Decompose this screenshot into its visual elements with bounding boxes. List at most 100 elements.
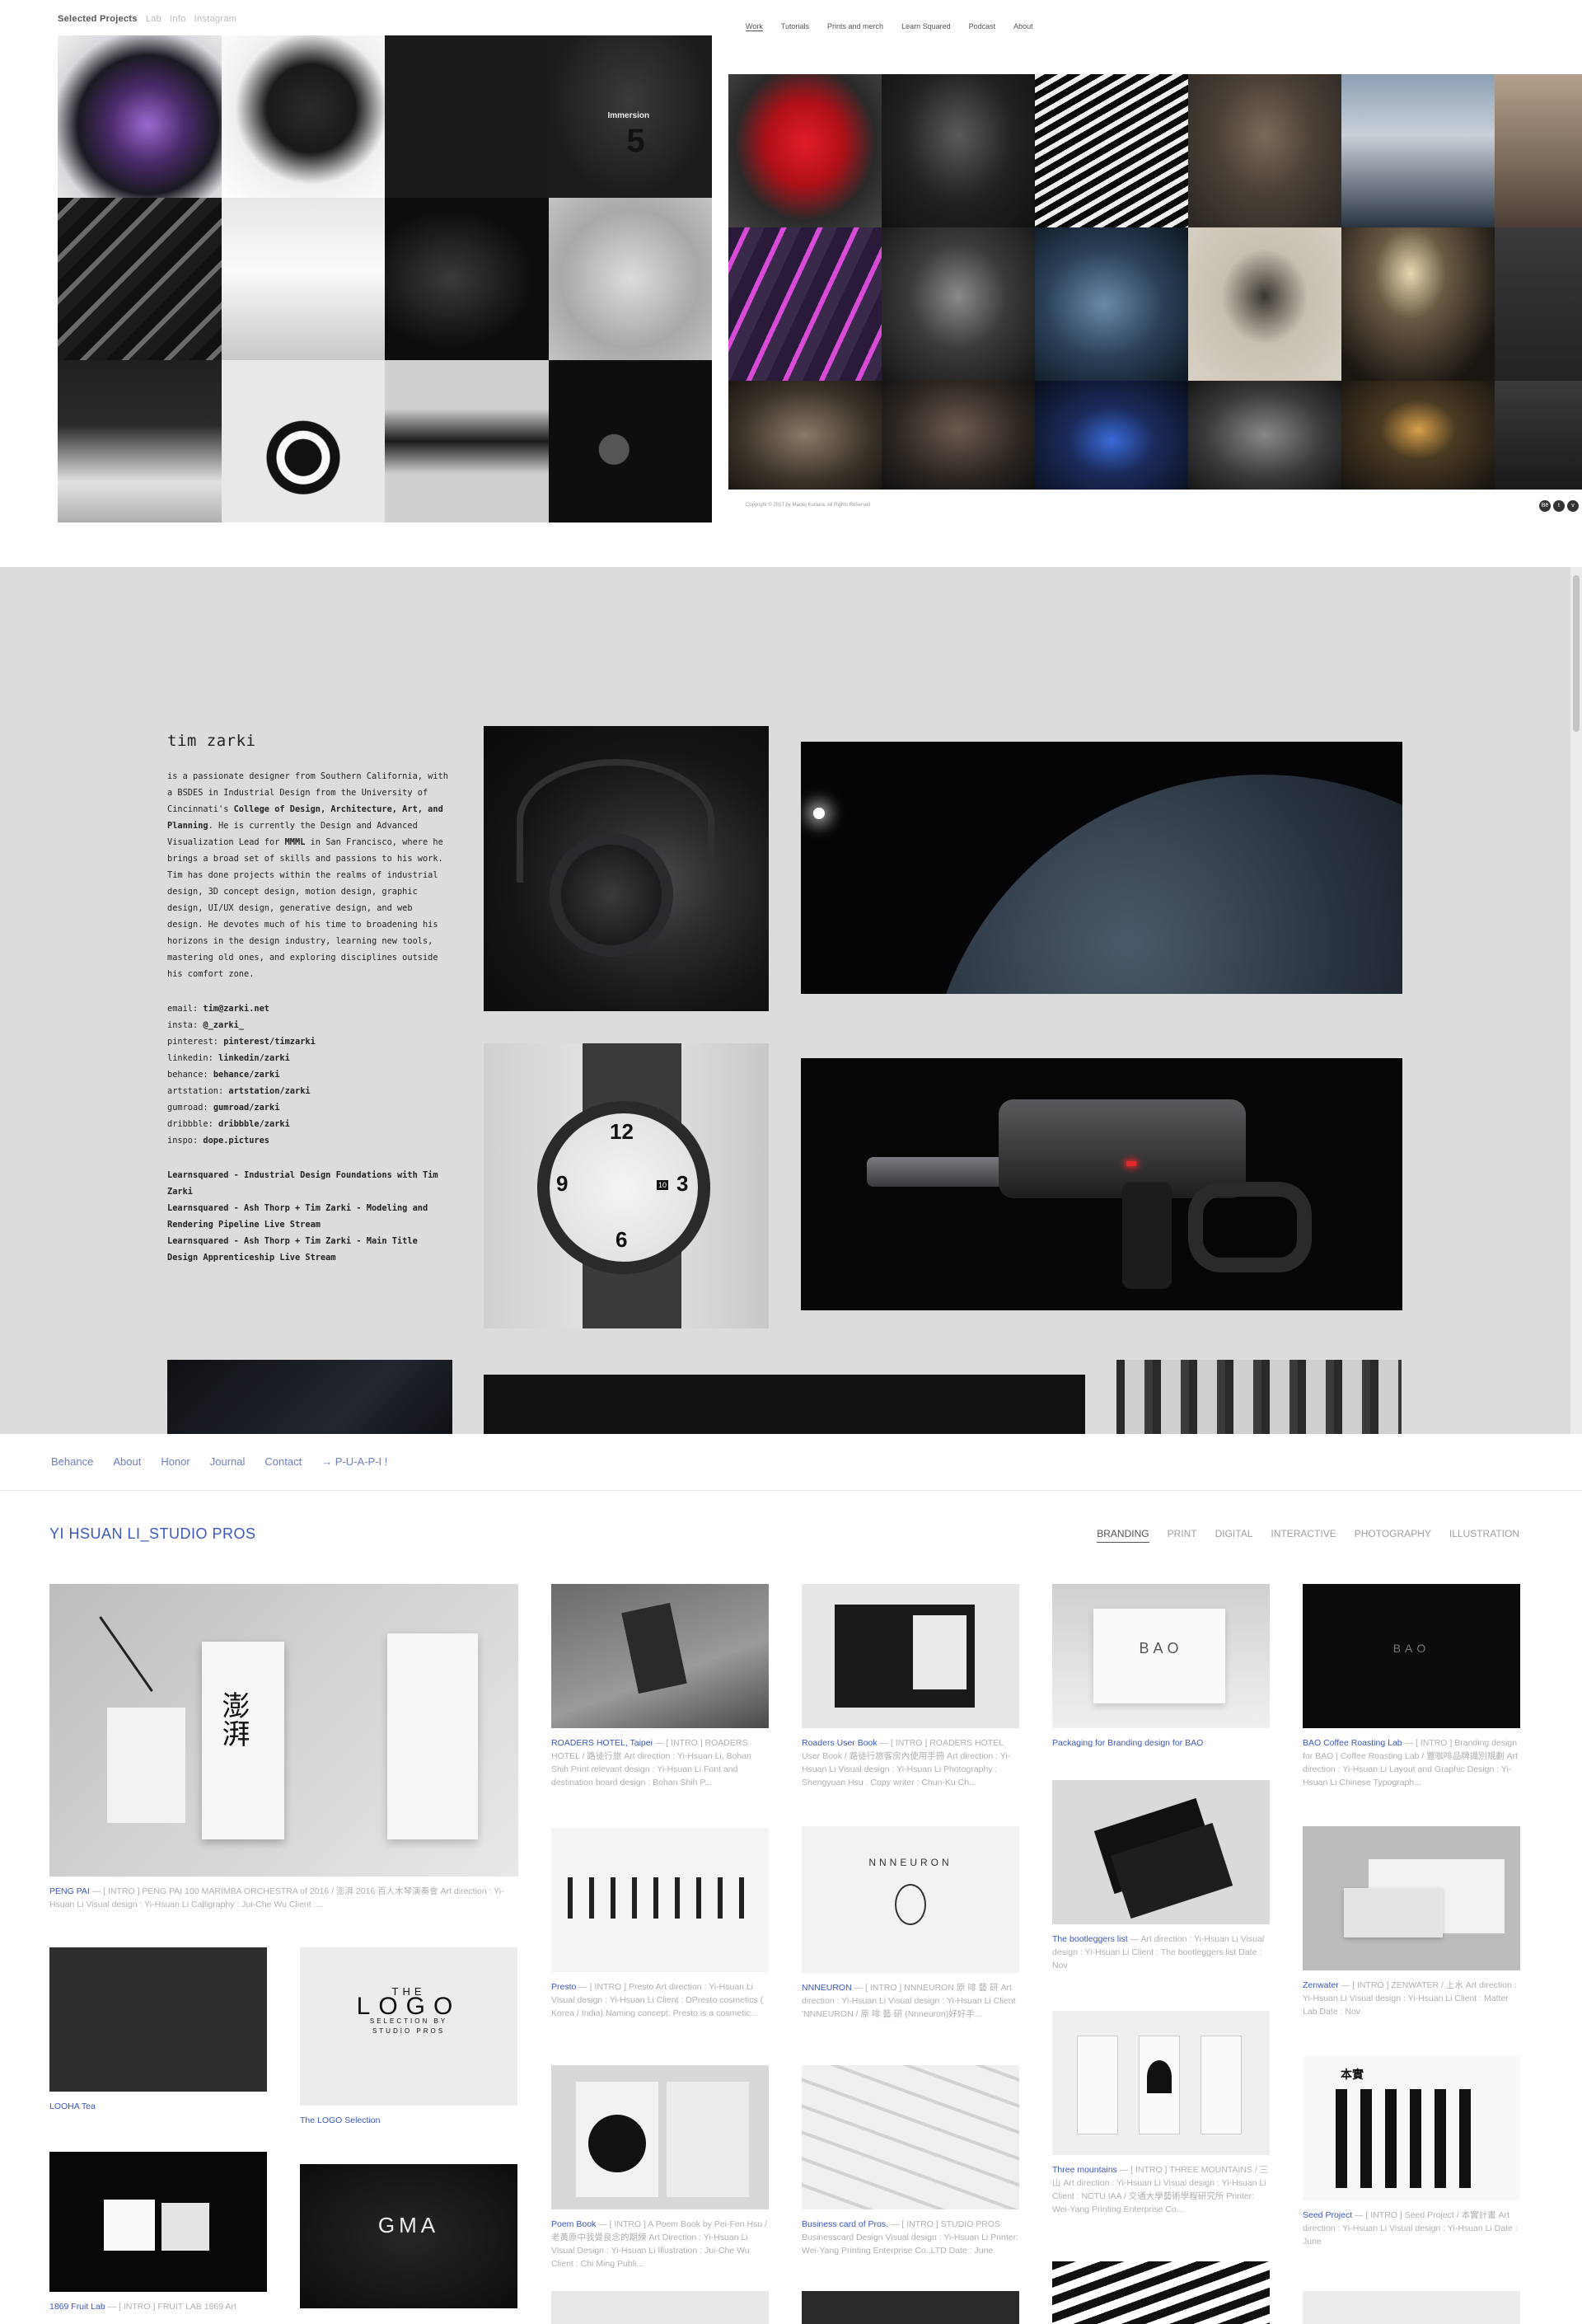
gun-image[interactable] [801,1058,1402,1310]
project-card[interactable] [802,2291,1019,2324]
behance-icon[interactable]: Bē [1539,500,1551,512]
artwork-tile[interactable] [728,381,882,490]
nav-instagram[interactable]: Instagram [194,14,237,24]
artwork-tile[interactable] [1341,74,1495,227]
artwork-tile[interactable] [882,74,1035,227]
artwork-tile[interactable] [1341,381,1495,490]
nav-learn-squared[interactable]: Learn Squared [901,22,951,31]
artwork-tile[interactable] [1188,74,1341,227]
category-print[interactable]: PRINT [1168,1528,1197,1543]
nav-podcast[interactable]: Podcast [969,22,996,31]
contact-item[interactable]: linkedin: linkedin/zarki [167,1050,452,1066]
project-tile[interactable] [58,35,222,198]
artwork-tile[interactable] [1035,381,1188,490]
contact-item[interactable]: artstation: artstation/zarki [167,1083,452,1099]
scrollbar-thumb[interactable] [1573,575,1580,732]
artwork-tile[interactable] [1341,227,1495,381]
category-branding[interactable]: BRANDING [1097,1528,1149,1543]
project-image-bottom[interactable] [1116,1360,1402,1434]
watch-image[interactable]: 12 9 3 6 10 [484,1043,769,1328]
project-card[interactable]: Three mountains — [ INTRO ] THREE MOUNTA… [1052,2011,1270,2216]
nav-contact[interactable]: Contact [264,1455,302,1468]
project-card[interactable]: Presto — [ INTRO ] Presto Art direction … [551,1828,769,2020]
project-image-bottom[interactable] [484,1375,1085,1434]
project-tile[interactable] [58,360,222,522]
artwork-tile[interactable] [728,74,882,227]
headphones-image[interactable] [484,726,769,1011]
nav-about[interactable]: About [113,1455,141,1468]
project-card[interactable]: LOOHA Tea [49,1947,267,2113]
project-tile[interactable] [385,360,549,522]
artwork-tile[interactable] [1495,227,1582,381]
vimeo-icon[interactable]: v [1567,500,1579,512]
contact-item[interactable]: insta: @_zarki_ [167,1017,452,1033]
project-tile[interactable] [221,35,385,198]
project-tile[interactable] [221,198,385,360]
nav-selected-projects[interactable]: Selected Projects [58,14,138,24]
nav-info[interactable]: Info [170,14,186,24]
contact-item[interactable]: dribbble: dribbble/zarki [167,1116,452,1132]
nav-puapi[interactable]: → P-U-A-P-I ! [321,1455,387,1468]
artwork-tile[interactable] [882,381,1035,490]
nav-journal[interactable]: Journal [210,1455,246,1468]
studio-brand[interactable]: YI HSUAN LI_STUDIO PROS [49,1525,256,1543]
artwork-tile[interactable] [882,227,1035,381]
nav-tutorials[interactable]: Tutorials [781,22,809,31]
project-card[interactable]: Business card of Pros. — [ INTRO ] STUDI… [802,2065,1019,2257]
project-card[interactable] [551,2291,769,2324]
project-tile[interactable] [548,360,712,522]
project-tile[interactable] [58,198,222,360]
category-interactive[interactable]: INTERACTIVE [1271,1528,1336,1543]
artwork-tile[interactable] [1188,381,1341,490]
project-card[interactable]: The bootleggers list — Art direction : Y… [1052,1780,1270,1972]
project-card[interactable]: Poem Book — [ INTRO ] A Poem Book by Pei… [551,2065,769,2270]
divider [0,1490,1582,1491]
project-card[interactable]: 1869 Fruit Lab — [ INTRO ] FRUIT LAB 186… [49,2152,267,2313]
project-card[interactable]: Roaders User Book — [ INTRO ] ROADERS HO… [802,1584,1019,1789]
contact-item[interactable]: pinterest: pinterest/timzarki [167,1033,452,1050]
project-card[interactable]: THE LOGO SELECTION BY STUDIO PROS The LO… [300,1947,517,2127]
nav-behance[interactable]: Behance [51,1455,93,1468]
project-card[interactable]: 澎湃 PENG PAI — [ INTRO ] PENG PAI 100 MAR… [49,1584,518,1911]
project-card[interactable] [1303,2291,1520,2324]
project-image-bottom[interactable] [167,1360,452,1434]
nav-work[interactable]: Work [746,22,763,31]
project-card[interactable]: Zenwater — [ INTRO ] ZENWATER / 上水 Art d… [1303,1826,1520,2018]
nav-prints[interactable]: Prints and merch [827,22,883,31]
project-tile[interactable] [385,35,549,198]
project-card[interactable]: 本實 Seed Project — [ INTRO ] Seed Project… [1303,2056,1520,2248]
nav-about[interactable]: About [1013,22,1033,31]
twitter-icon[interactable]: t [1553,500,1565,512]
artwork-tile[interactable] [1495,74,1582,227]
project-tile[interactable]: Immersion 5 [548,35,712,198]
category-digital[interactable]: DIGITAL [1215,1528,1253,1543]
contact-item[interactable]: email: tim@zarki.net [167,1000,452,1017]
artwork-tile[interactable] [1035,74,1188,227]
planet-image[interactable] [801,742,1402,994]
contact-item[interactable]: inspo: dope.pictures [167,1132,452,1149]
project-tile[interactable] [548,198,712,360]
class-link[interactable]: Learnsquared - Industrial Design Foundat… [167,1167,452,1200]
nav-lab[interactable]: Lab [146,14,161,24]
category-photography[interactable]: PHOTOGRAPHY [1355,1528,1431,1543]
scrollbar[interactable] [1570,567,1582,1434]
nav-honor[interactable]: Honor [161,1455,190,1468]
contact-item[interactable]: behance: behance/zarki [167,1066,452,1083]
artwork-tile[interactable] [1495,381,1582,490]
artwork-tile[interactable] [1188,227,1341,381]
artwork-tile[interactable] [1035,227,1188,381]
project-card[interactable]: BAO BAO Coffee Roasting Lab — [ INTRO ] … [1303,1584,1520,1789]
project-caption: ROADERS HOTEL, Taipei — [ INTRO ] ROADER… [551,1738,751,1788]
project-card[interactable]: BAO Packaging for Branding design for BA… [1052,1584,1270,1750]
contact-item[interactable]: gumroad: gumroad/zarki [167,1099,452,1116]
class-link[interactable]: Learnsquared - Ash Thorp + Tim Zarki - M… [167,1200,452,1233]
project-card[interactable]: ROADERS HOTEL, Taipei — [ INTRO ] ROADER… [551,1584,769,1789]
project-tile[interactable] [221,360,385,522]
artwork-tile[interactable] [728,227,882,381]
project-card[interactable]: GMA [300,2164,517,2308]
project-card[interactable] [1052,2261,1270,2324]
project-card[interactable]: NNNEURON NNNEURON — [ INTRO ] NNNEURON 原… [802,1826,1019,2021]
project-tile[interactable] [385,198,549,360]
category-illustration[interactable]: ILLUSTRATION [1449,1528,1519,1543]
class-link[interactable]: Learnsquared - Ash Thorp + Tim Zarki - M… [167,1233,452,1266]
